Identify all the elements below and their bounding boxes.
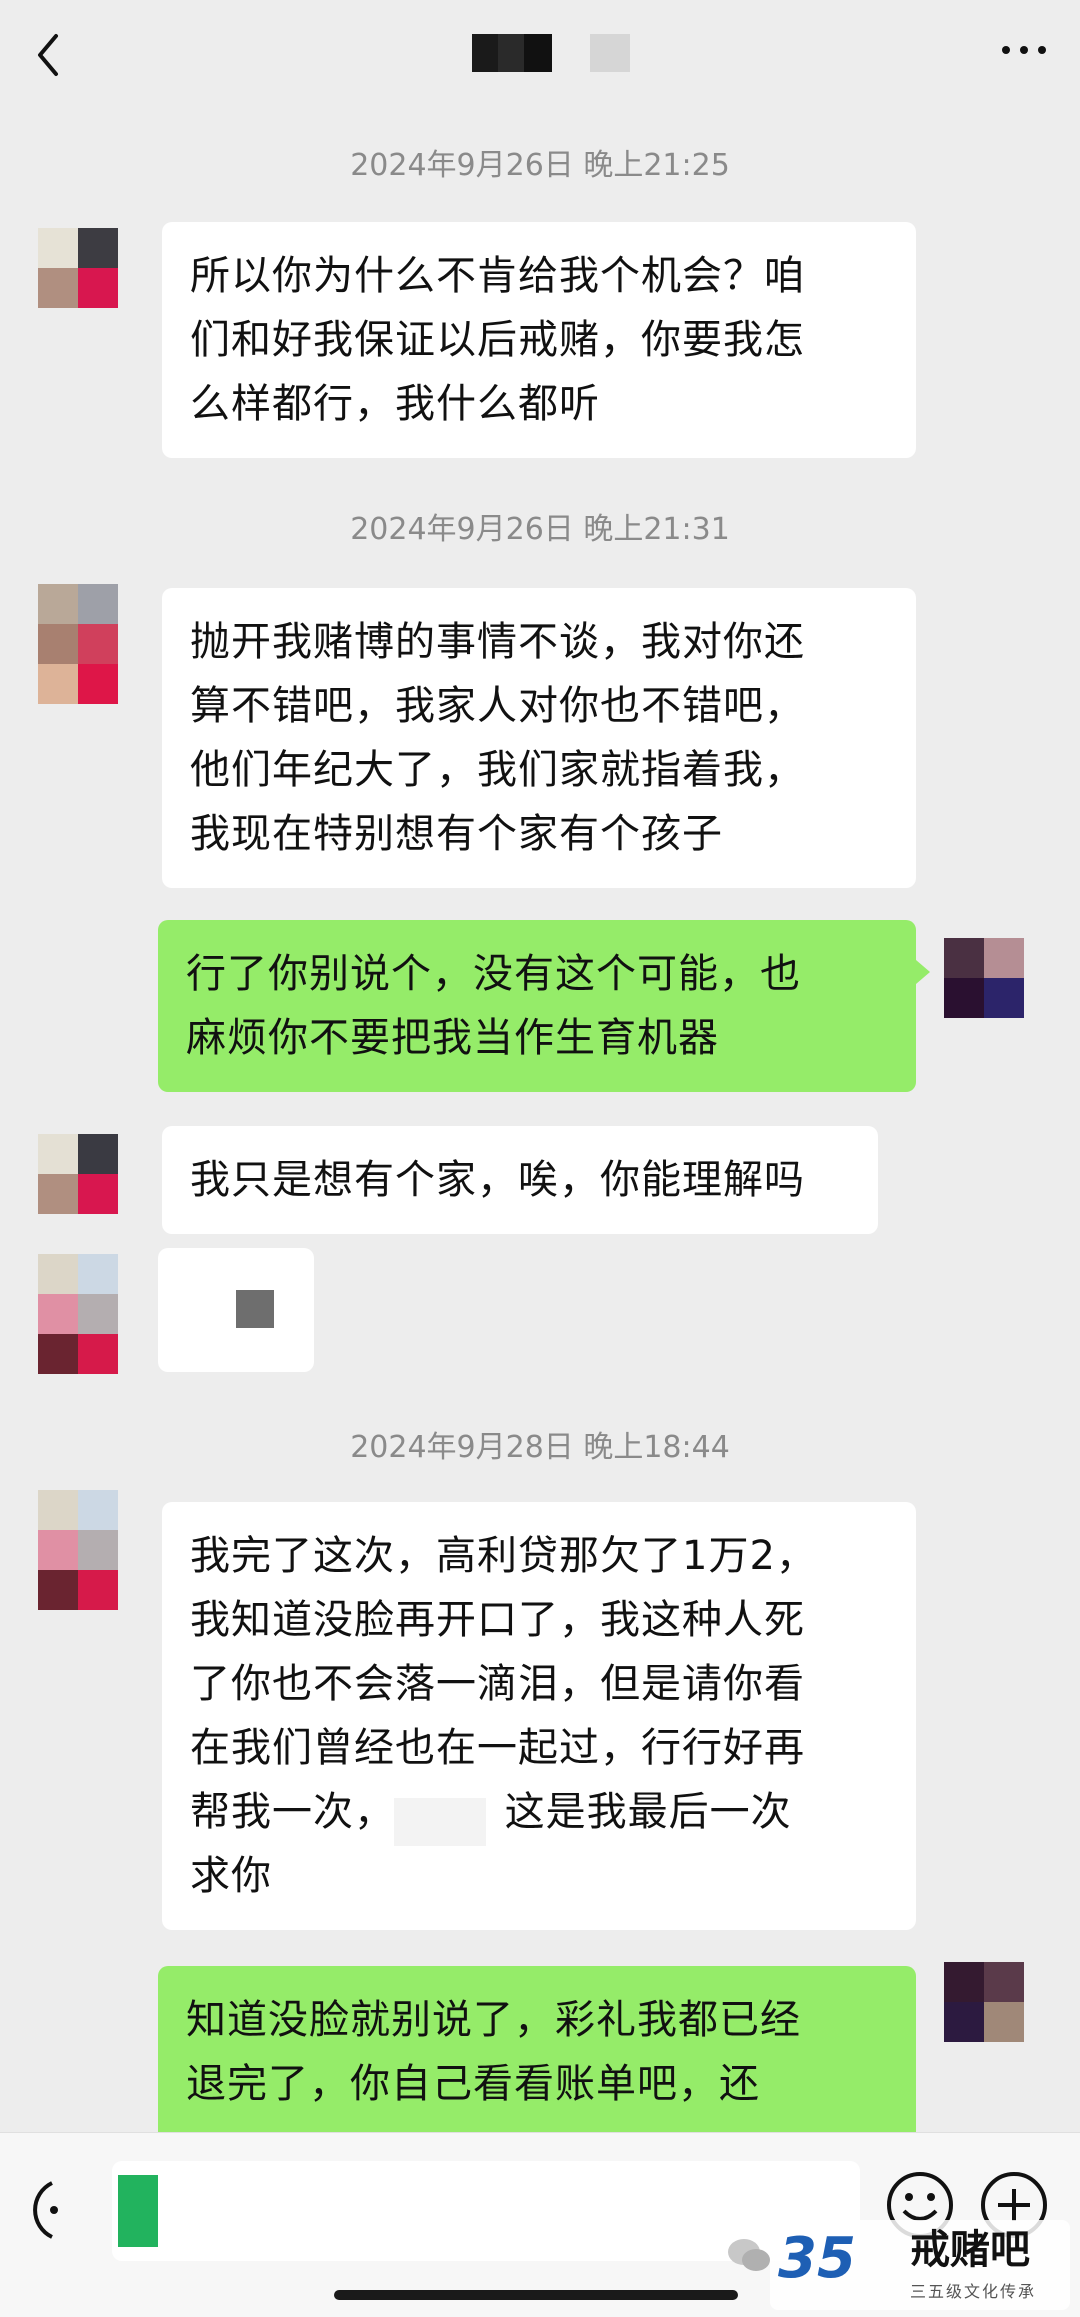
image-message[interactable] <box>158 1248 314 1372</box>
watermark: 35 戒赌吧 三五级文化传承 <box>770 2220 1070 2310</box>
avatar[interactable] <box>944 1962 1024 2042</box>
watermark-subtitle: 三五级文化传承 <box>910 2282 1037 2301</box>
avatar[interactable] <box>38 1254 118 1374</box>
timestamp: 2024年9月26日 晚上21:31 <box>350 512 730 547</box>
timestamp: 2024年9月26日 晚上21:25 <box>350 148 730 183</box>
input-caret <box>118 2175 158 2247</box>
contact-name-redacted <box>472 34 552 72</box>
contact-name-redacted-2 <box>590 34 630 72</box>
watermark-title: 戒赌吧 <box>910 2227 1030 2273</box>
wechat-logo-icon <box>728 2239 770 2271</box>
home-indicator[interactable] <box>334 2290 738 2300</box>
message-bubble-sent[interactable]: 知道没脸就别说了，彩礼我都已经 退完了，你自己看看账单吧，还 <box>158 1966 916 2146</box>
chevron-left-icon[interactable] <box>30 30 70 80</box>
watermark-logo: 35 <box>778 2226 856 2291</box>
message-bubble-received[interactable]: 所以你为什么不肯给我个机会？咱 们和好我保证以后戒赌，你要我怎 么样都行，我什么… <box>162 222 916 458</box>
image-placeholder-icon <box>236 1290 274 1328</box>
chat-header <box>0 0 1080 110</box>
voice-icon[interactable] <box>22 2175 72 2245</box>
message-bubble-received[interactable]: 我只是想有个家，唉，你能理解吗 <box>162 1126 878 1234</box>
avatar[interactable] <box>38 228 118 348</box>
avatar[interactable] <box>38 584 118 704</box>
avatar[interactable] <box>38 1134 118 1214</box>
more-dots-icon[interactable] <box>998 40 1050 60</box>
redaction-blur <box>394 1798 486 1846</box>
message-bubble-received[interactable]: 抛开我赌博的事情不谈，我对你还 算不错吧，我家人对你也不错吧， 他们年纪大了，我… <box>162 588 916 888</box>
timestamp: 2024年9月28日 晚上18:44 <box>350 1430 730 1465</box>
avatar[interactable] <box>944 938 1024 1018</box>
message-bubble-sent[interactable]: 行了你别说个，没有这个可能，也 麻烦你不要把我当作生育机器 <box>158 920 930 1092</box>
message-bubble-received[interactable]: 我完了这次，高利贷那欠了1万2， 我知道没脸再开口了，我这种人死 了你也不会落一… <box>162 1502 916 1930</box>
avatar[interactable] <box>38 1490 118 1610</box>
